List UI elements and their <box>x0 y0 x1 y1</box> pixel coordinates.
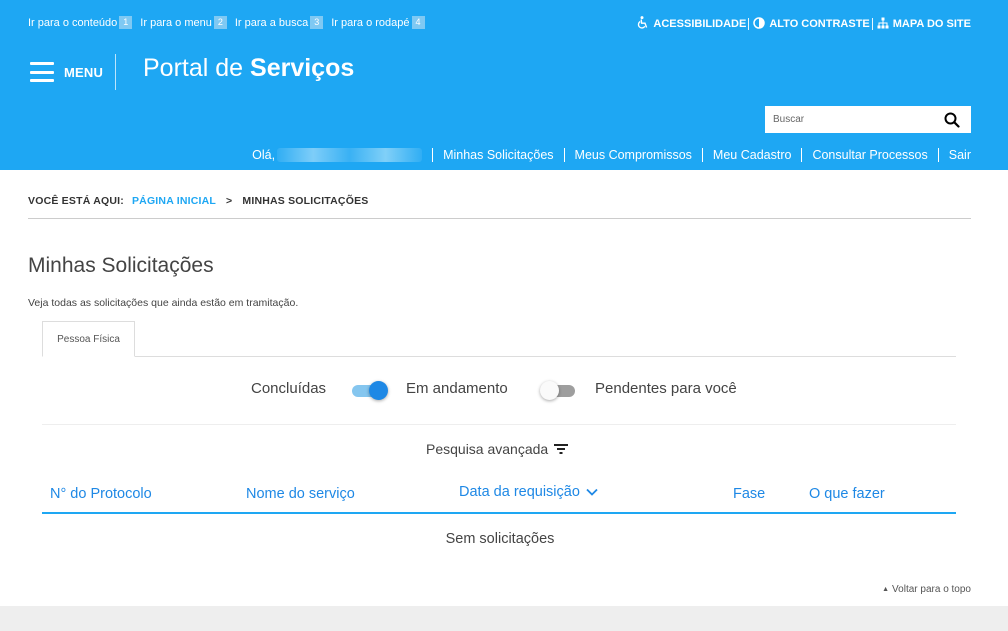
column-data-requisicao-label: Data da requisição <box>459 484 580 500</box>
greeting-label: Olá, <box>252 148 276 162</box>
accessibility-link[interactable]: ACESSIBILIDADE <box>637 16 746 31</box>
page-title: Minhas Solicitações <box>28 254 214 277</box>
high-contrast-link[interactable]: ALTO CONTRASTE <box>753 16 870 31</box>
breadcrumb-current: MINHAS SOLICITAÇÕES <box>242 195 369 207</box>
skip-link-label: Ir para o conteúdo <box>28 16 118 29</box>
skip-to-search-link[interactable]: Ir para a busca 3 <box>234 16 324 29</box>
divider <box>42 424 956 425</box>
divider <box>115 54 116 90</box>
toggle-pendentes[interactable] <box>540 379 577 401</box>
skip-link-label: Ir para o rodapé <box>331 16 410 29</box>
footer <box>0 606 1008 631</box>
skip-link-number: 4 <box>411 16 425 29</box>
status-filters: Concluídas Em andamento Pendentes para v… <box>0 375 1008 403</box>
high-contrast-label: ALTO CONTRASTE <box>769 17 870 30</box>
skip-link-number: 2 <box>213 16 227 29</box>
filter-label-em-andamento: Em andamento <box>406 380 508 397</box>
chevron-down-icon <box>586 488 598 496</box>
tab-pessoa-fisica[interactable]: Pessoa Física <box>42 321 135 357</box>
back-to-top-label: Voltar para o topo <box>892 584 971 595</box>
search-input[interactable] <box>765 107 935 132</box>
skip-to-footer-link[interactable]: Ir para o rodapé 4 <box>331 16 425 29</box>
column-nome-servico[interactable]: Nome do serviço <box>246 486 355 502</box>
nav-consultar-processos[interactable]: Consultar Processos <box>812 148 927 162</box>
skip-links: Ir para o conteúdo 1 Ir para o menu 2 Ir… <box>28 16 433 29</box>
search-icon <box>944 112 960 128</box>
column-data-requisicao[interactable]: Data da requisição <box>459 484 598 500</box>
accessibility-label: ACESSIBILIDADE <box>653 17 747 30</box>
divider <box>748 17 750 30</box>
site-header: Ir para o conteúdo 1 Ir para o menu 2 Ir… <box>0 0 1008 170</box>
user-greeting: Olá, <box>252 148 423 162</box>
empty-state-message: Sem solicitações <box>445 531 555 547</box>
nav-meus-compromissos[interactable]: Meus Compromissos <box>575 148 692 162</box>
utility-links: ACESSIBILIDADE ALTO CONTRASTE MAPA DO SI… <box>637 16 971 31</box>
divider <box>801 148 803 162</box>
skip-link-number: 1 <box>119 16 133 29</box>
caret-up-icon: ▲ <box>882 586 890 593</box>
wheelchair-icon <box>637 16 649 31</box>
sitemap-icon <box>877 17 889 31</box>
divider <box>28 218 971 219</box>
divider <box>432 148 434 162</box>
skip-link-label: Ir para o menu <box>140 16 212 29</box>
sitemap-link[interactable]: MAPA DO SITE <box>877 17 971 31</box>
advanced-search-label: Pesquisa avançada <box>426 441 549 457</box>
skip-to-content-link[interactable]: Ir para o conteúdo 1 <box>28 16 133 29</box>
search-box <box>765 106 971 133</box>
search-button[interactable] <box>935 106 969 133</box>
filter-icon <box>554 444 569 454</box>
menu-button[interactable]: MENU <box>30 58 103 86</box>
portal-title-bold: Serviços <box>250 54 355 82</box>
column-o-que-fazer[interactable]: O que fazer <box>809 486 885 502</box>
hamburger-icon <box>30 62 54 82</box>
column-fase[interactable]: Fase <box>733 486 765 502</box>
portal-title[interactable]: Portal de Serviços <box>143 54 354 83</box>
page-description: Veja todas as solicitações que ainda est… <box>28 297 299 309</box>
user-name-redacted <box>277 148 423 162</box>
sitemap-label: MAPA DO SITE <box>892 17 971 30</box>
divider <box>937 148 939 162</box>
column-protocolo[interactable]: N° do Protocolo <box>50 486 152 502</box>
user-nav: Olá, Minhas Solicitações Meus Compromiss… <box>252 148 971 162</box>
requests-table-header: N° do Protocolo Nome do serviço Data da … <box>42 476 956 514</box>
nav-sair[interactable]: Sair <box>949 148 971 162</box>
toggle-concluidas-andamento[interactable] <box>352 379 388 401</box>
advanced-search-toggle[interactable]: Pesquisa avançada <box>426 441 569 457</box>
contrast-icon <box>753 16 766 31</box>
menu-label: MENU <box>64 64 104 80</box>
divider <box>563 148 565 162</box>
divider <box>871 17 873 30</box>
filter-label-pendentes: Pendentes para você <box>595 380 737 397</box>
breadcrumb-separator: > <box>226 195 233 207</box>
nav-meu-cadastro[interactable]: Meu Cadastro <box>713 148 792 162</box>
filter-label-concluidas: Concluídas <box>251 380 327 397</box>
breadcrumb-home-link[interactable]: PÁGINA INICIAL <box>132 195 216 207</box>
toggle-knob <box>540 381 559 400</box>
breadcrumb: VOCÊ ESTÁ AQUI: PÁGINA INICIAL > MINHAS … <box>28 195 368 207</box>
toggle-knob <box>369 381 388 400</box>
portal-title-prefix: Portal de <box>143 54 251 82</box>
breadcrumb-label: VOCÊ ESTÁ AQUI: <box>28 195 124 207</box>
back-to-top-link[interactable]: ▲ Voltar para o topo <box>882 584 971 595</box>
skip-to-menu-link[interactable]: Ir para o menu 2 <box>140 16 227 29</box>
skip-link-label: Ir para a busca <box>234 16 309 29</box>
skip-link-number: 3 <box>310 16 324 29</box>
tab-bar-line <box>42 356 956 357</box>
nav-minhas-solicitacoes[interactable]: Minhas Solicitações <box>443 148 553 162</box>
divider <box>701 148 703 162</box>
